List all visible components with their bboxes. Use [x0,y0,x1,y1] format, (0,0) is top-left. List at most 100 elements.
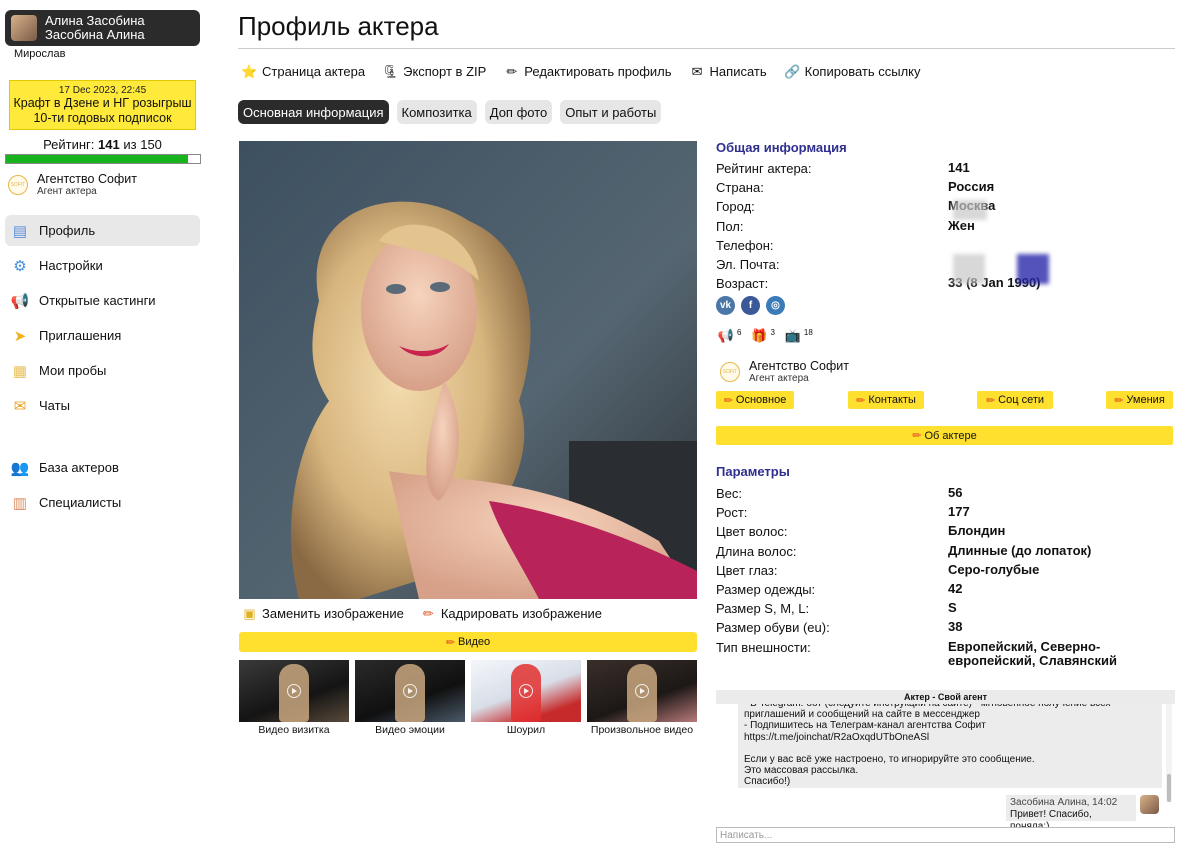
edit-3-button[interactable]: ✏ Соц сети [977,391,1053,409]
info-key: Вес: [716,486,743,501]
video-button[interactable]: ✏ Видео [239,632,697,652]
star-icon: ⭐ [241,63,258,79]
video-thumbnail[interactable] [239,660,349,722]
params-row: Цвет волос: Блондин [716,524,1176,543]
info-value: Европейский, Северно-европейский, Славян… [948,638,1117,668]
sidebar-item-5[interactable]: ▦ Мои пробы [5,355,200,386]
sidebar-item-7[interactable]: 👥 База актеров [5,452,200,483]
video-item[interactable]: Видео эмоции [355,660,465,736]
sidebar-item-3[interactable]: 📢 Открытые кастинги [5,285,200,316]
badge-count: 6 [737,328,742,337]
video-label: Видео визитка [258,724,330,736]
rating-progress-bar [5,154,201,164]
info-key: Эл. Почта: [716,257,780,272]
toolbar-label: Копировать ссылку [804,64,921,79]
user-card[interactable]: Алина Засобина Засобина Алина [5,10,200,46]
actor-agency-card[interactable]: SOFIT Агентство Софит Агент актера [720,360,849,384]
pencil-icon: ✏ [723,394,733,407]
chat-icon: ✉ [13,397,27,415]
toolbar-zip-button[interactable]: 🗜 Экспорт в ZIP [382,63,486,80]
edit-button-label: Контакты [868,394,916,406]
message-icon: ✉ [691,63,703,79]
edit-4-button[interactable]: ✏ Умения [1106,391,1173,409]
general-row: Возраст: 33 (8 Jan 1990) [716,276,1176,295]
promo-banner[interactable]: 17 Dec 2023, 22:45 Крафт в Дзене и НГ ро… [9,80,196,130]
sidebar-item-label: Чаты [39,398,70,413]
replace-image-button[interactable]: ▣ Заменить изображение [241,605,404,622]
activity-badge[interactable]: 📺 18 [783,327,813,345]
instagram-icon[interactable]: ◎ [766,296,785,315]
info-key: Пол: [716,218,744,234]
sidebar-item-4[interactable]: ➤ Приглашения [5,320,200,351]
video-list: Видео визитка Видео эмоции Шоурил Произволь… [239,660,703,736]
chat-message-line [744,743,1156,754]
video-item[interactable]: Видео визитка [239,660,349,736]
sidebar-item-2[interactable]: ⚙ Настройки [5,250,200,281]
video-item[interactable]: Шоурил [471,660,581,736]
video-thumbnail[interactable] [355,660,465,722]
info-value: 177 [948,504,970,520]
sidebar-item-8[interactable]: ▥ Специалисты [5,487,200,518]
sidebar-item-label: Профиль [39,223,96,238]
params-row: Тип внешности: Европейский, Северно-европ… [716,639,1176,667]
pencil-icon: ✏ [985,394,996,407]
activity-badge[interactable]: 🎁 3 [749,327,775,345]
agency-name: Агентство Софит [37,172,137,186]
reply-meta: Засобина Алина, 14:02 [1010,797,1118,808]
video-thumbnail[interactable] [471,660,581,722]
sub-user-name[interactable]: Мирослав [14,48,65,60]
gift-icon: 🎁 [751,328,768,343]
agency-role: Агент актера [749,373,809,384]
toolbar-message-button[interactable]: ✉ Написать [689,63,767,80]
pencil-icon: ✏ [856,394,866,407]
tab-3[interactable]: Доп фото [484,100,553,124]
actor-photo[interactable] [239,141,697,599]
agency-name: Агентство Софит [749,359,849,373]
profile-icon: ▤ [12,222,28,240]
tv-icon: 📺 [784,328,801,343]
info-key: Цвет глаз: [716,562,778,578]
edit-2-button[interactable]: ✏ Контакты [848,391,924,409]
vk-icon[interactable]: vk [716,296,735,315]
info-value: 42 [948,581,963,596]
tab-1[interactable]: Основная информация [238,100,389,124]
toolbar-star-button[interactable]: ⭐ Страница актера [241,63,365,80]
chat-input[interactable] [716,827,1175,843]
edit-1-button[interactable]: ✏ Основное [716,391,794,409]
facebook-icon[interactable]: f [741,296,760,315]
toolbar-link-button[interactable]: 🔗 Копировать ссылку [784,63,921,80]
megaphone-icon: 📢 [717,328,735,343]
reply-avatar [1140,795,1159,814]
chat-scrollbar[interactable] [1166,704,1172,802]
general-row: Рейтинг актера: 141 [716,161,1176,180]
activity-badge[interactable]: 📢 6 [716,327,742,345]
rating-label: Рейтинг: [43,137,95,152]
info-key: Цвет волос: [716,524,788,540]
chat-message-line: Если у вас всё уже настроено, то игнорир… [744,753,1035,765]
video-thumbnail[interactable] [587,660,697,722]
crop-image-button[interactable]: ✏ Кадрировать изображение [420,605,602,622]
user-name: Алина Засобина [45,13,145,28]
info-value: Длинные (до лопаток) [948,542,1092,558]
toolbar-pencil-button[interactable]: ✏ Редактировать профиль [503,63,671,80]
promo-line-1: Крафт в Дзене и НГ розыгрыш [13,96,192,110]
sidebar-item-6[interactable]: ✉ Чаты [5,390,200,421]
tab-4[interactable]: Опыт и работы [560,100,662,124]
chat-header: Актер - Свой агент [716,690,1175,704]
chat-message: - В Telegram: бот (следуйте инструкции н… [738,704,1162,788]
play-icon [287,684,301,698]
tab-2[interactable]: Композитка [396,100,477,124]
sidebar-item-1[interactable]: ▤ Профиль [5,215,200,246]
agency-card[interactable]: SOFIT Агентство Софит Агент актера [8,173,137,197]
video-item[interactable]: Произвольное видео [587,660,697,736]
profile-toolbar: ⭐ Страница актера 🗜 Экспорт в ZIP ✏ Редактиро… [241,63,938,80]
activity-badges: 📢 6 🎁 3 📺 18 [716,327,821,345]
gear-icon: ⚙ [13,257,27,275]
rating-progress-fill [6,155,189,163]
actor-photo-illustration [239,141,697,599]
about-actor-button[interactable]: ✏ Об актере [716,426,1173,445]
toolbar-label: Написать [709,64,767,79]
rating-value: 141 [98,137,120,152]
photo-actions: ▣ Заменить изображение ✏ Кадрировать изо… [241,605,618,622]
chat-scroll-thumb[interactable] [1167,774,1171,802]
